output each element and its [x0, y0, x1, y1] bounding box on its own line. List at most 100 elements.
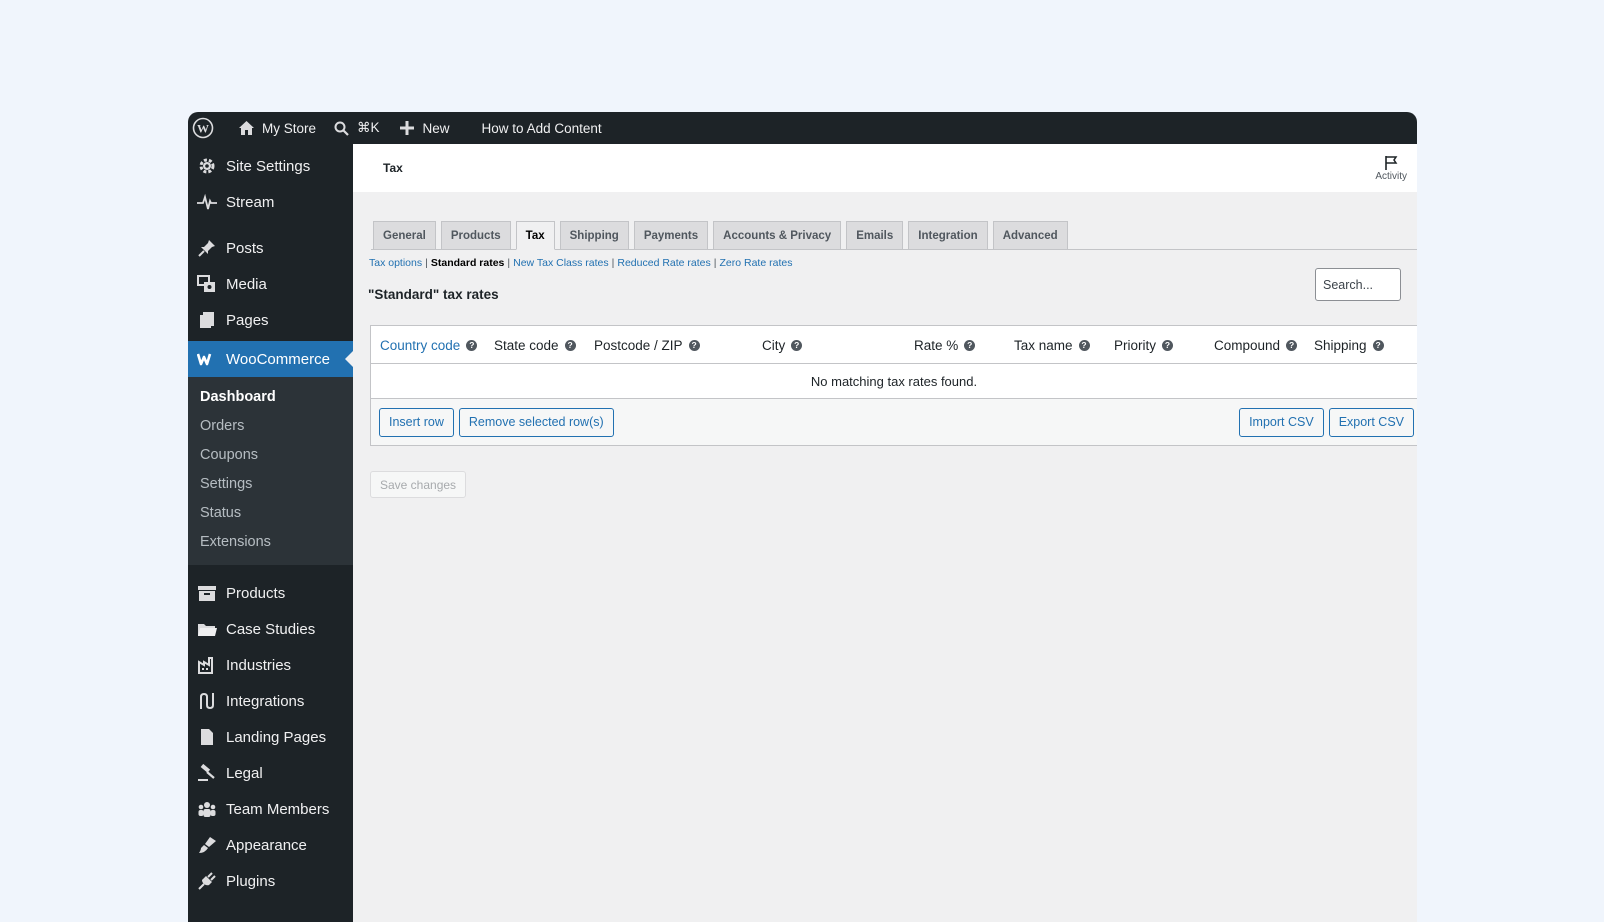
menu-posts[interactable]: Posts: [188, 230, 353, 266]
save-changes-button[interactable]: Save changes: [370, 471, 467, 498]
link-tax-options[interactable]: Tax options: [369, 257, 422, 269]
menu-pages[interactable]: Pages: [188, 302, 353, 338]
media-icon: [196, 273, 218, 295]
submenu-orders[interactable]: Orders: [188, 412, 353, 441]
menu-team-members[interactable]: Team Members: [188, 791, 353, 827]
column-rate: Rate %?: [914, 326, 976, 364]
menu-appearance[interactable]: Appearance: [188, 827, 353, 863]
link-standard-rates[interactable]: Standard rates: [431, 257, 505, 269]
page-title: Tax: [383, 161, 403, 175]
menu-stream[interactable]: Stream: [188, 184, 353, 220]
menu-landing-pages[interactable]: Landing Pages: [188, 719, 353, 755]
column-label: Postcode / ZIP: [594, 337, 683, 353]
tab-accounts-privacy[interactable]: Accounts & Privacy: [713, 221, 842, 249]
submenu-settings[interactable]: Settings: [188, 470, 353, 499]
column-tax-name: Tax name?: [1014, 326, 1090, 364]
tab-payments[interactable]: Payments: [633, 221, 709, 249]
column-label: City: [762, 337, 786, 353]
tab-products[interactable]: Products: [440, 221, 511, 249]
search-command-button[interactable]: ⌘K: [325, 112, 389, 144]
column-label: Rate %: [914, 337, 959, 353]
settings-tabs: General Products Tax Shipping Payments A…: [371, 221, 1417, 250]
submenu-extensions[interactable]: Extensions: [188, 528, 353, 557]
menu-case-studies[interactable]: Case Studies: [188, 611, 353, 647]
menu-products[interactable]: Products: [188, 575, 353, 611]
column-shipping: Shipping?: [1314, 326, 1384, 364]
menu-label: Plugins: [226, 872, 276, 890]
table-header: Country code? State code? Postcode / ZIP…: [371, 326, 1417, 364]
tab-advanced[interactable]: Advanced: [992, 221, 1068, 249]
wordpress-icon: W: [192, 117, 214, 139]
export-csv-button[interactable]: Export CSV: [1328, 407, 1414, 437]
link-reduced-rate-rates[interactable]: Reduced Rate rates: [617, 257, 710, 269]
admin-bar: W My Store ⌘K New How to Add Content: [188, 112, 1417, 144]
help-icon[interactable]: ?: [1372, 339, 1384, 351]
menu-media[interactable]: Media: [188, 266, 353, 302]
link-zero-rate-rates[interactable]: Zero Rate rates: [720, 257, 793, 269]
new-label: New: [422, 120, 450, 136]
help-icon[interactable]: ?: [1078, 339, 1090, 351]
section-title: "Standard" tax rates: [368, 287, 499, 302]
help-icon[interactable]: ?: [964, 339, 976, 351]
factory-icon: [196, 654, 218, 676]
help-icon[interactable]: ?: [688, 339, 700, 351]
gavel-icon: [196, 762, 218, 784]
new-content-button[interactable]: New: [391, 112, 459, 144]
remove-rows-button[interactable]: Remove selected row(s): [458, 407, 614, 437]
search-input[interactable]: [1315, 268, 1401, 301]
site-name-link[interactable]: My Store: [229, 112, 325, 144]
activity-label: Activity: [1375, 170, 1407, 182]
column-postcode: Postcode / ZIP?: [594, 326, 700, 364]
import-csv-button[interactable]: Import CSV: [1239, 407, 1324, 437]
activity-button[interactable]: Activity: [1375, 155, 1407, 182]
tab-integration[interactable]: Integration: [908, 221, 988, 249]
menu-integrations[interactable]: Integrations: [188, 683, 353, 719]
page-header: Tax Activity: [353, 144, 1417, 192]
empty-message: No matching tax rates found.: [371, 364, 1417, 399]
pulse-icon: [196, 191, 218, 213]
submenu-status[interactable]: Status: [188, 499, 353, 528]
tab-general[interactable]: General: [373, 221, 436, 249]
menu-legal[interactable]: Legal: [188, 755, 353, 791]
column-city: City?: [762, 326, 803, 364]
tab-tax[interactable]: Tax: [515, 221, 555, 250]
column-compound: Compound?: [1214, 326, 1298, 364]
tax-section-links: Tax options | Standard rates | New Tax C…: [369, 257, 793, 269]
column-label: Country code: [380, 337, 461, 353]
menu-label: WooCommerce: [226, 350, 330, 368]
menu-label: Appearance: [226, 836, 307, 854]
help-icon[interactable]: ?: [791, 339, 803, 351]
menu-label: Site Settings: [226, 157, 311, 175]
menu-plugins[interactable]: Plugins: [188, 863, 353, 899]
column-label: Compound: [1214, 337, 1281, 353]
menu-site-settings[interactable]: Site Settings: [188, 148, 353, 184]
tax-rates-table: Country code? State code? Postcode / ZIP…: [370, 325, 1417, 446]
flag-icon: [1385, 155, 1398, 170]
document-icon: [196, 726, 218, 748]
menu-woocommerce[interactable]: WooCommerce: [188, 341, 353, 377]
help-icon[interactable]: ?: [466, 339, 478, 351]
column-state-code: State code?: [494, 326, 576, 364]
help-icon[interactable]: ?: [564, 339, 576, 351]
submenu-coupons[interactable]: Coupons: [188, 441, 353, 470]
groups-icon: [196, 798, 218, 820]
column-label: State code: [494, 337, 559, 353]
help-link[interactable]: How to Add Content: [473, 112, 611, 144]
help-icon[interactable]: ?: [1286, 339, 1298, 351]
column-country-code[interactable]: Country code?: [380, 326, 478, 364]
help-icon[interactable]: ?: [1162, 339, 1174, 351]
pages-icon: [196, 309, 218, 331]
admin-sidebar: Site Settings Stream Posts Media Pages W…: [188, 144, 353, 922]
link-new-tax-class-rates[interactable]: New Tax Class rates: [513, 257, 609, 269]
tab-shipping[interactable]: Shipping: [559, 221, 629, 249]
pin-icon: [196, 237, 218, 259]
column-label: Shipping: [1314, 337, 1367, 353]
wordpress-logo-button[interactable]: W: [188, 112, 223, 144]
column-label: Tax name: [1014, 337, 1073, 353]
home-icon: [239, 121, 254, 135]
tab-emails[interactable]: Emails: [846, 221, 904, 249]
insert-row-button[interactable]: Insert row: [379, 407, 454, 437]
menu-industries[interactable]: Industries: [188, 647, 353, 683]
menu-label: Integrations: [226, 692, 305, 710]
submenu-dashboard[interactable]: Dashboard: [188, 383, 353, 412]
